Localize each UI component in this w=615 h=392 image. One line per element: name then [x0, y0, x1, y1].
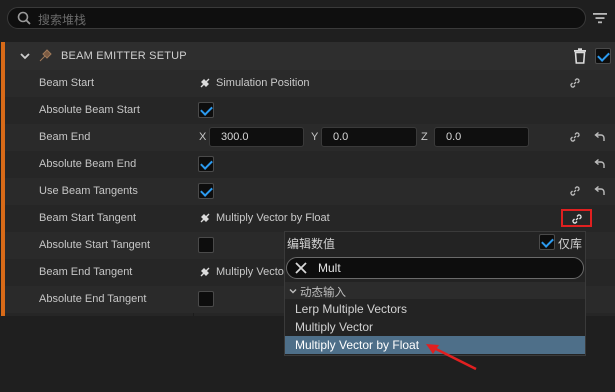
property-value: Simulation Position [216, 77, 310, 89]
close-icon[interactable] [294, 261, 308, 275]
property-label: Absolute End Tangent [39, 293, 147, 305]
dropdown-item[interactable]: Multiply Vector [285, 318, 585, 336]
z-label: Z [421, 131, 428, 143]
link-icon[interactable] [569, 185, 581, 197]
property-row-beam-start-tangent: Beam Start Tangent Multiply Vector by Fl… [5, 205, 615, 232]
property-row-beam-end: Beam End X 300.0 Y 0.0 Z 0.0 [5, 124, 615, 151]
x-label: X [199, 131, 207, 143]
plug-icon[interactable] [198, 211, 212, 225]
annotation-arrow [426, 344, 477, 371]
dropdown-search-value: Mult [318, 261, 341, 275]
property-label: Beam End [39, 131, 91, 143]
property-label: Beam Start [39, 77, 95, 89]
property-row-absolute-beam-start: Absolute Beam Start [5, 97, 615, 124]
beam-end-z-field[interactable]: 0.0 [434, 127, 529, 147]
property-label: Beam End Tangent [39, 266, 133, 278]
link-button-highlight [561, 209, 592, 227]
reset-arrow-icon[interactable] [593, 131, 606, 143]
property-label: Absolute Beam End [39, 158, 137, 170]
section-title: BEAM EMITTER SETUP [61, 50, 187, 62]
property-value: Multiply Vector by Float [216, 212, 330, 224]
stack-search-bar[interactable] [7, 7, 586, 29]
link-icon[interactable] [569, 77, 581, 89]
property-label: Beam Start Tangent [39, 212, 137, 224]
property-label: Absolute Beam Start [39, 104, 140, 116]
y-label: Y [311, 131, 319, 143]
library-only-checkbox[interactable] [539, 234, 555, 250]
property-row-use-beam-tangents: Use Beam Tangents [5, 178, 615, 205]
property-row-absolute-beam-end: Absolute Beam End [5, 151, 615, 178]
plug-icon[interactable] [198, 76, 212, 90]
use-beam-tangents-checkbox[interactable] [198, 183, 214, 199]
reset-arrow-icon[interactable] [593, 158, 606, 170]
trash-icon[interactable] [573, 48, 587, 64]
absolute-start-tangent-checkbox[interactable] [198, 237, 214, 253]
dropdown-item[interactable]: Lerp Multiple Vectors [285, 300, 585, 318]
category-label: 动态输入 [300, 287, 346, 299]
beam-emitter-icon [39, 49, 52, 62]
plug-icon[interactable] [198, 265, 212, 279]
property-row-beam-start: Beam Start Simulation Position [5, 70, 615, 97]
chevron-down-icon[interactable] [20, 51, 30, 61]
filter-icon[interactable] [592, 10, 608, 26]
absolute-beam-end-checkbox[interactable] [198, 156, 214, 172]
absolute-end-tangent-checkbox[interactable] [198, 291, 214, 307]
property-label: Absolute Start Tangent [39, 239, 151, 251]
property-label: Use Beam Tangents [39, 185, 138, 197]
absolute-beam-start-checkbox[interactable] [198, 102, 214, 118]
beam-end-y-field[interactable]: 0.0 [321, 127, 417, 147]
section-enable-checkbox[interactable] [595, 48, 611, 64]
beam-end-x-field[interactable]: 300.0 [209, 127, 304, 147]
search-placeholder: 搜索堆栈 [38, 13, 87, 27]
search-icon [17, 11, 31, 25]
library-only-label: 仅库 [558, 237, 583, 251]
link-icon[interactable] [569, 131, 581, 143]
reset-arrow-icon[interactable] [593, 185, 606, 197]
dropdown-title: 编辑数值 [287, 237, 336, 251]
chevron-down-icon[interactable] [289, 287, 297, 295]
